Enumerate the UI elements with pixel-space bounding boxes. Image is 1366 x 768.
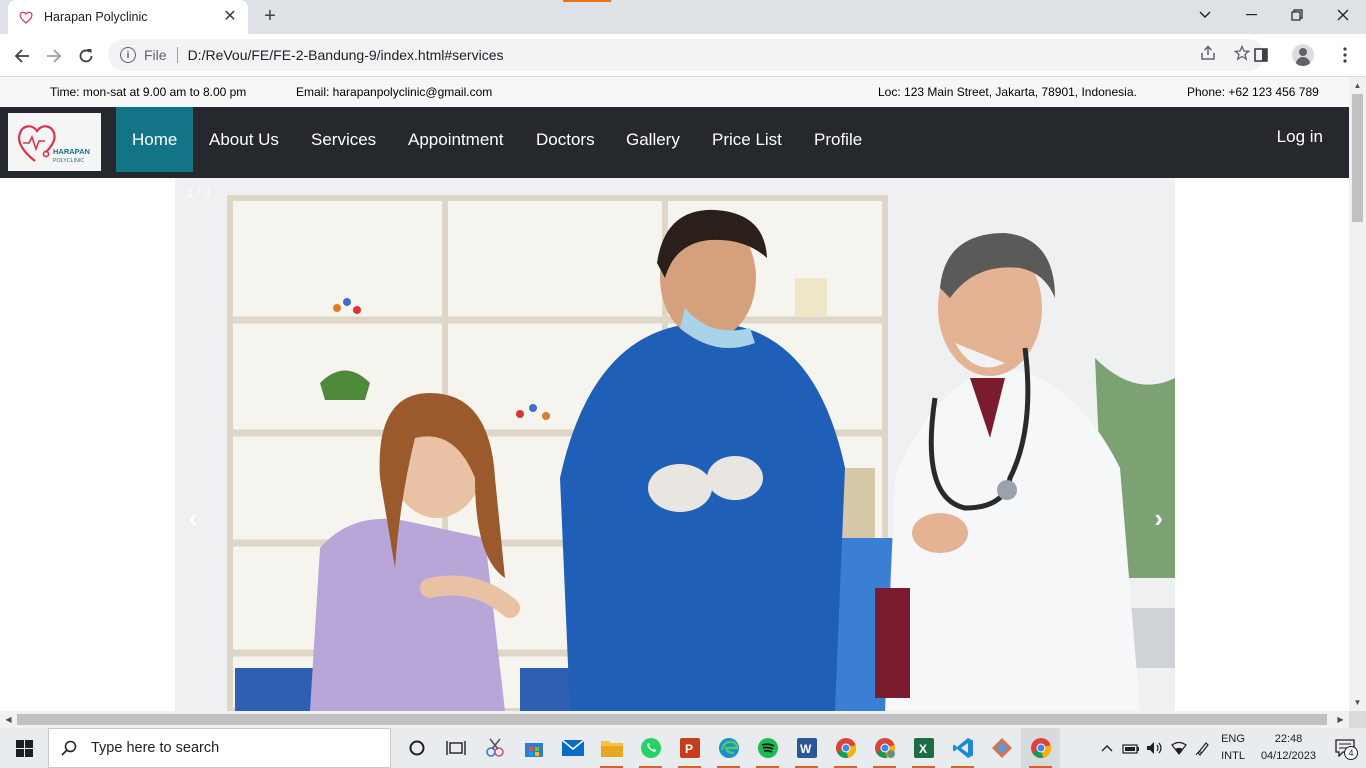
svg-text:POLYCLINIC: POLYCLINIC xyxy=(53,158,84,164)
mail-icon[interactable] xyxy=(553,728,592,768)
file-explorer-icon[interactable] xyxy=(592,728,631,768)
nav-link-about-us[interactable]: About Us xyxy=(193,107,295,172)
excel-icon[interactable]: X xyxy=(904,728,943,768)
scheme-label: File xyxy=(144,47,167,63)
clock-date: 04/12/2023 xyxy=(1260,750,1316,762)
taskbar-clock[interactable]: 22:48 04/12/2023 xyxy=(1261,731,1316,765)
browser-tab[interactable]: Harapan Polyclinic ✕ xyxy=(8,0,248,34)
carousel-next-icon[interactable]: › xyxy=(1154,503,1163,534)
more-menu-icon[interactable] xyxy=(1334,44,1356,66)
vertical-scrollbar[interactable]: ▲ ▼ xyxy=(1349,77,1366,711)
battery-icon[interactable] xyxy=(1119,728,1143,768)
minimize-icon[interactable] xyxy=(1228,0,1274,30)
page-viewport: Time: mon-sat at 9.00 am to 8.00 pm Emai… xyxy=(0,77,1349,711)
svg-text:HARAPAN: HARAPAN xyxy=(53,147,90,156)
nav-link-gallery[interactable]: Gallery xyxy=(610,107,696,172)
restore-icon[interactable] xyxy=(1274,0,1320,30)
bookmark-star-icon[interactable] xyxy=(1233,44,1251,65)
svg-text:X: X xyxy=(919,742,927,756)
nav-link-doctors[interactable]: Doctors xyxy=(520,107,611,172)
browser-tab-bar: Harapan Polyclinic ✕ + xyxy=(0,0,1366,34)
omnibox[interactable]: i File D:/ReVou/FE/FE-2-Bandung-9/index.… xyxy=(108,39,1264,71)
close-window-icon[interactable] xyxy=(1320,0,1366,30)
vertical-scroll-thumb[interactable] xyxy=(1352,94,1363,222)
chrome-active-icon[interactable] xyxy=(1021,728,1060,768)
scroll-up-icon[interactable]: ▲ xyxy=(1349,77,1366,94)
url-text[interactable]: D:/ReVou/FE/FE-2-Bandung-9/index.html#se… xyxy=(188,47,1200,63)
location-text: Loc: 123 Main Street, Jakarta, 78901, In… xyxy=(878,85,1137,99)
system-tray: ENG INTL 22:48 04/12/2023 4 xyxy=(1095,728,1366,768)
carousel-prev-icon[interactable]: ‹ xyxy=(189,503,198,534)
email-text: Email: harapanpolyclinic@gmail.com xyxy=(296,85,493,99)
windows-taskbar: Type here to search P W X ENG INTL 22:48… xyxy=(0,728,1366,768)
horizontal-scroll-thumb[interactable] xyxy=(17,714,1327,725)
clinic-logo[interactable]: HARAPAN POLYCLINIC xyxy=(8,113,101,171)
vscode-icon[interactable] xyxy=(943,728,982,768)
horizontal-scrollbar[interactable]: ◀ ▶ xyxy=(0,711,1349,728)
chrome-icon[interactable] xyxy=(826,728,865,768)
phone-text: Phone: +62 123 456 789 xyxy=(1187,85,1319,99)
logo-heart-icon: HARAPAN POLYCLINIC xyxy=(17,125,90,164)
tab-title: Harapan Polyclinic xyxy=(44,10,148,24)
carousel-slide-image xyxy=(175,178,1175,711)
tab-search-icon[interactable] xyxy=(1182,0,1228,30)
powerpoint-icon[interactable]: P xyxy=(670,728,709,768)
start-windows-icon[interactable] xyxy=(0,728,48,768)
scroll-down-icon[interactable]: ▼ xyxy=(1349,694,1366,711)
search-placeholder-text: Type here to search xyxy=(91,740,220,756)
favicon-icon xyxy=(19,11,33,24)
keyboard-layout: INTL xyxy=(1221,750,1245,762)
scroll-right-icon[interactable]: ▶ xyxy=(1332,711,1349,728)
git-client-icon[interactable] xyxy=(982,728,1021,768)
wifi-icon[interactable] xyxy=(1167,728,1191,768)
language-code: ENG xyxy=(1221,733,1245,745)
input-language-indicator[interactable]: ENG INTL xyxy=(1221,731,1245,765)
side-panel-icon[interactable] xyxy=(1250,44,1272,66)
microsoft-store-icon[interactable] xyxy=(514,728,553,768)
notification-count-badge: 4 xyxy=(1344,746,1358,760)
site-info-icon[interactable]: i xyxy=(120,47,136,63)
spotify-icon[interactable] xyxy=(748,728,787,768)
word-icon[interactable]: W xyxy=(787,728,826,768)
opening-hours-text: Time: mon-sat at 9.00 am to 8.00 pm xyxy=(50,85,247,99)
nav-link-services[interactable]: Services xyxy=(295,107,392,172)
browser-toolbar: i File D:/ReVou/FE/FE-2-Bandung-9/index.… xyxy=(0,34,1366,77)
omnibox-divider xyxy=(176,47,178,63)
tab-strip-indicator xyxy=(563,0,611,2)
svg-text:P: P xyxy=(685,742,693,756)
taskbar-search-box[interactable]: Type here to search xyxy=(48,728,391,768)
share-icon[interactable] xyxy=(1200,45,1216,65)
nav-link-profile[interactable]: Profile xyxy=(798,107,878,172)
login-link[interactable]: Log in xyxy=(1277,107,1323,166)
svg-text:W: W xyxy=(800,742,812,756)
clock-time: 22:48 xyxy=(1274,733,1303,745)
back-icon[interactable] xyxy=(10,44,34,68)
slide-counter: 1 / 3 xyxy=(187,186,211,200)
edge-icon[interactable] xyxy=(709,728,748,768)
whatsapp-icon[interactable] xyxy=(631,728,670,768)
main-navbar: HARAPAN POLYCLINIC Home About Us Service… xyxy=(0,107,1349,178)
pen-ink-icon[interactable] xyxy=(1191,728,1215,768)
nav-link-home[interactable]: Home xyxy=(116,107,194,172)
nav-link-price-list[interactable]: Price List xyxy=(696,107,798,172)
volume-icon[interactable] xyxy=(1143,728,1167,768)
nav-link-appointment[interactable]: Appointment xyxy=(392,107,519,172)
notification-center-icon[interactable]: 4 xyxy=(1330,728,1360,768)
hero-carousel: 1 / 3 ‹ › xyxy=(175,178,1175,711)
new-tab-button[interactable]: + xyxy=(258,5,282,29)
close-tab-icon[interactable]: ✕ xyxy=(222,9,238,25)
search-icon xyxy=(61,740,77,756)
show-hidden-icons-chevron-icon[interactable] xyxy=(1095,728,1119,768)
snipping-tool-icon[interactable] xyxy=(475,728,514,768)
forward-icon[interactable] xyxy=(42,44,66,68)
reload-icon[interactable] xyxy=(74,44,98,68)
profile-avatar-icon[interactable] xyxy=(1292,44,1314,66)
window-controls xyxy=(1182,0,1366,34)
cortana-icon[interactable] xyxy=(397,728,436,768)
scrollbar-corner xyxy=(1349,711,1366,728)
chrome-profile-icon[interactable] xyxy=(865,728,904,768)
task-view-icon[interactable] xyxy=(436,728,475,768)
scroll-left-icon[interactable]: ◀ xyxy=(0,711,17,728)
contact-infobar: Time: mon-sat at 9.00 am to 8.00 pm Emai… xyxy=(0,77,1349,107)
